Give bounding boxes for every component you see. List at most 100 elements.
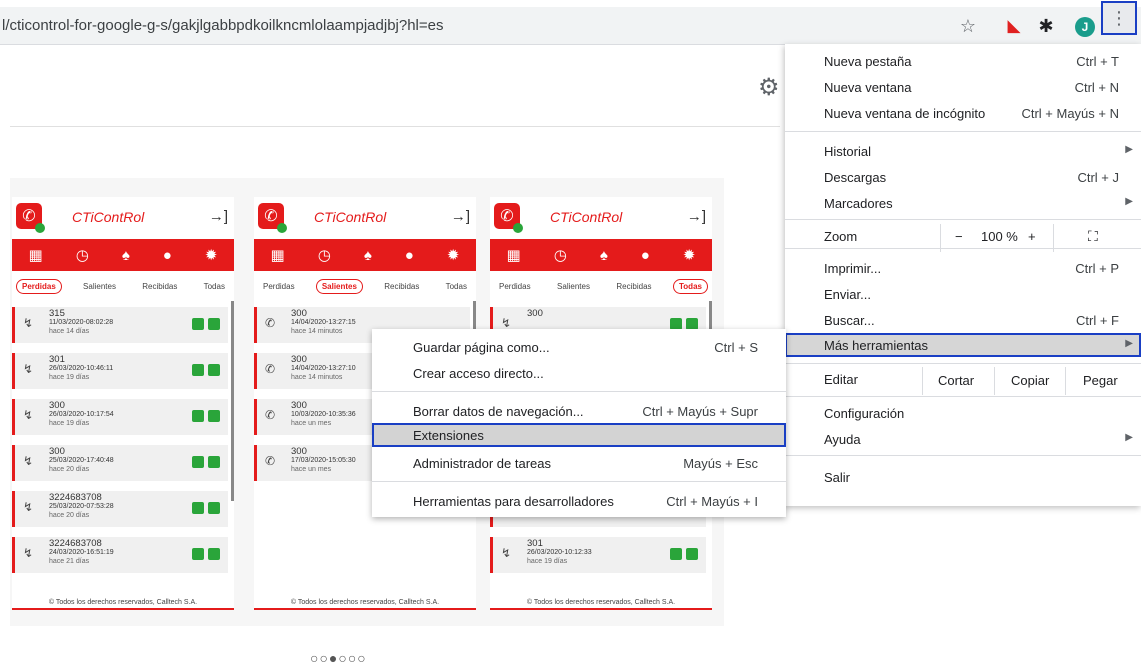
kebab-menu-icon[interactable]: ⋮ (1101, 1, 1137, 35)
menu-item-new-tab[interactable]: Nueva pestaña Ctrl + T (785, 49, 1141, 73)
menu-item-incognito[interactable]: Nueva ventana de incógnito Ctrl + Mayús +… (785, 101, 1141, 125)
menu-item-find[interactable]: Buscar... Ctrl + F (785, 308, 1141, 332)
call-datetime: 25/03/2020-07:53:28 (49, 503, 114, 510)
card-footer: © Todos los derechos reservados, Calltec… (48, 599, 198, 606)
message-icon[interactable] (208, 502, 220, 514)
extension-red-icon[interactable]: ◣ (1002, 14, 1026, 38)
puzzle-icon[interactable]: ✱ (1034, 14, 1058, 38)
bell-icon[interactable]: ♠ (122, 247, 130, 264)
fullscreen-icon[interactable]: ⛶ (1088, 224, 1098, 248)
menu-item-help[interactable]: Ayuda ▶ (785, 427, 1141, 451)
status-dot (35, 223, 45, 233)
submenu-item-save-page[interactable]: Guardar página como... Ctrl + S (372, 335, 786, 359)
address-bar[interactable]: l/cticontrol-for-google-g-s/gakjlgabbpdk… (0, 7, 1141, 45)
menu-separator (785, 396, 1141, 397)
list-item[interactable]: ↯ 30026/03/2020-10:17:54 hace 19 días (12, 399, 228, 435)
submenu-item-clear-data[interactable]: Borrar datos de navegación... Ctrl + Mayú… (372, 399, 786, 423)
clock-icon[interactable]: ◷ (318, 246, 331, 264)
menu-item-more-tools[interactable]: Más herramientas ▶ (785, 333, 1141, 357)
tab-perdidas[interactable]: Perdidas (258, 280, 300, 293)
tab-todas[interactable]: Todas (441, 280, 472, 293)
tab-salientes[interactable]: Salientes (552, 280, 595, 293)
logout-icon[interactable]: →] (451, 208, 470, 225)
logout-icon[interactable]: →] (209, 208, 228, 225)
call-type-icon: ↯ (23, 408, 34, 422)
dialpad-icon[interactable]: ▦ (271, 246, 285, 264)
menu-item-cast[interactable]: Enviar... (785, 282, 1141, 306)
tab-salientes[interactable]: Salientes (78, 280, 121, 293)
avatar[interactable]: J (1075, 17, 1095, 37)
list-item[interactable]: ↯ 300 25/03/2020-17:40:48 hace 20 días (12, 445, 228, 481)
zoom-in-button[interactable]: + (1028, 224, 1036, 248)
clock-icon[interactable]: ◷ (76, 246, 89, 264)
dialpad-icon[interactable]: ▦ (29, 246, 43, 264)
settings-icon[interactable]: ✹ (205, 246, 218, 264)
call-back-icon[interactable] (192, 456, 204, 468)
message-icon[interactable] (208, 364, 220, 376)
message-icon[interactable] (208, 410, 220, 422)
menu-item-new-window[interactable]: Nueva ventana Ctrl + N (785, 75, 1141, 99)
dialpad-icon[interactable]: ▦ (507, 246, 521, 264)
zoom-out-button[interactable]: − (955, 224, 963, 248)
call-type-icon: ↯ (23, 500, 34, 514)
logout-icon[interactable]: →] (687, 208, 706, 225)
cut-button[interactable]: Cortar (938, 373, 974, 388)
message-icon[interactable] (686, 548, 698, 560)
paste-button[interactable]: Pegar (1083, 373, 1118, 388)
call-back-icon[interactable] (192, 364, 204, 376)
submenu-item-dev-tools[interactable]: Herramientas para desarrolladores Ctrl + … (372, 489, 786, 513)
clock-icon[interactable]: ◷ (554, 246, 567, 264)
call-back-icon[interactable] (670, 548, 682, 560)
submenu-item-extensions[interactable]: Extensiones (372, 423, 786, 447)
bell-icon[interactable]: ♠ (364, 247, 372, 264)
list-item[interactable]: ↯ 301 26/03/2020-10:46:11 hace 19 días (12, 353, 228, 389)
tab-recibidas[interactable]: Recibidas (137, 280, 182, 293)
call-back-icon[interactable] (192, 548, 204, 560)
menu-item-print[interactable]: Imprimir... Ctrl + P (785, 256, 1141, 280)
user-icon[interactable]: ● (641, 247, 650, 264)
settings-icon[interactable]: ✹ (447, 246, 460, 264)
url-text[interactable]: l/cticontrol-for-google-g-s/gakjlgabbpdk… (2, 17, 443, 34)
chevron-right-icon: ▶ (1125, 338, 1133, 349)
settings-icon[interactable]: ✹ (683, 246, 696, 264)
star-icon[interactable]: ☆ (956, 14, 980, 38)
message-icon[interactable] (208, 548, 220, 560)
menu-item-settings[interactable]: Configuración (785, 401, 1141, 425)
call-type-icon: ✆ (265, 316, 276, 330)
user-icon[interactable]: ● (405, 247, 414, 264)
message-icon[interactable] (208, 456, 220, 468)
call-back-icon[interactable] (192, 410, 204, 422)
copy-button[interactable]: Copiar (1011, 373, 1049, 388)
bell-icon[interactable]: ♠ (600, 247, 608, 264)
menu-item-downloads[interactable]: Descargas Ctrl + J (785, 165, 1141, 189)
tab-perdidas[interactable]: Perdidas (16, 278, 62, 294)
call-type-icon: ✆ (265, 454, 276, 468)
tab-todas[interactable]: Todas (673, 278, 708, 294)
scrollbar[interactable] (231, 301, 234, 501)
menu-item-bookmarks[interactable]: Marcadores ▶ (785, 191, 1141, 215)
list-item[interactable]: ↯ 315 11/03/2020-08:02:28 hace 14 días (12, 307, 228, 343)
list-item[interactable]: ↯ 3224683708 24/03/2020-16:51:19 hace 21 dí… (12, 537, 228, 573)
status-dot (513, 223, 523, 233)
call-filter-tabs: Perdidas Salientes Recibidas Todas (254, 271, 476, 301)
list-item[interactable]: ↯ 3224683708 25/03/2020-07:53:28 hace 20 dí… (12, 491, 228, 527)
menu-item-exit[interactable]: Salir (785, 465, 1141, 489)
message-icon[interactable] (208, 318, 220, 330)
call-back-icon[interactable] (192, 502, 204, 514)
call-back-icon[interactable] (192, 318, 204, 330)
tab-todas[interactable]: Todas (199, 280, 230, 293)
user-icon[interactable]: ● (163, 247, 172, 264)
carousel-dots[interactable]: ○○●○○○ (310, 650, 367, 666)
zoom-level: 100 % (981, 228, 1018, 244)
tab-recibidas[interactable]: Recibidas (611, 280, 656, 293)
tab-perdidas[interactable]: Perdidas (494, 280, 536, 293)
submenu-item-task-manager[interactable]: Administrador de tareas Mayús + Esc (372, 451, 786, 475)
submenu-item-create-shortcut[interactable]: Crear acceso directo... (372, 361, 786, 385)
call-datetime: 24/03/2020-16:51:19 (49, 549, 114, 556)
menu-item-history[interactable]: Historial ▶ (785, 139, 1141, 163)
tab-recibidas[interactable]: Recibidas (379, 280, 424, 293)
list-item[interactable]: ↯ 301 26/03/2020-10:12:33 hace 19 días (490, 537, 706, 573)
call-number: 300 (291, 308, 307, 319)
gear-icon[interactable]: ⚙ (758, 73, 780, 102)
tab-salientes[interactable]: Salientes (315, 278, 363, 294)
